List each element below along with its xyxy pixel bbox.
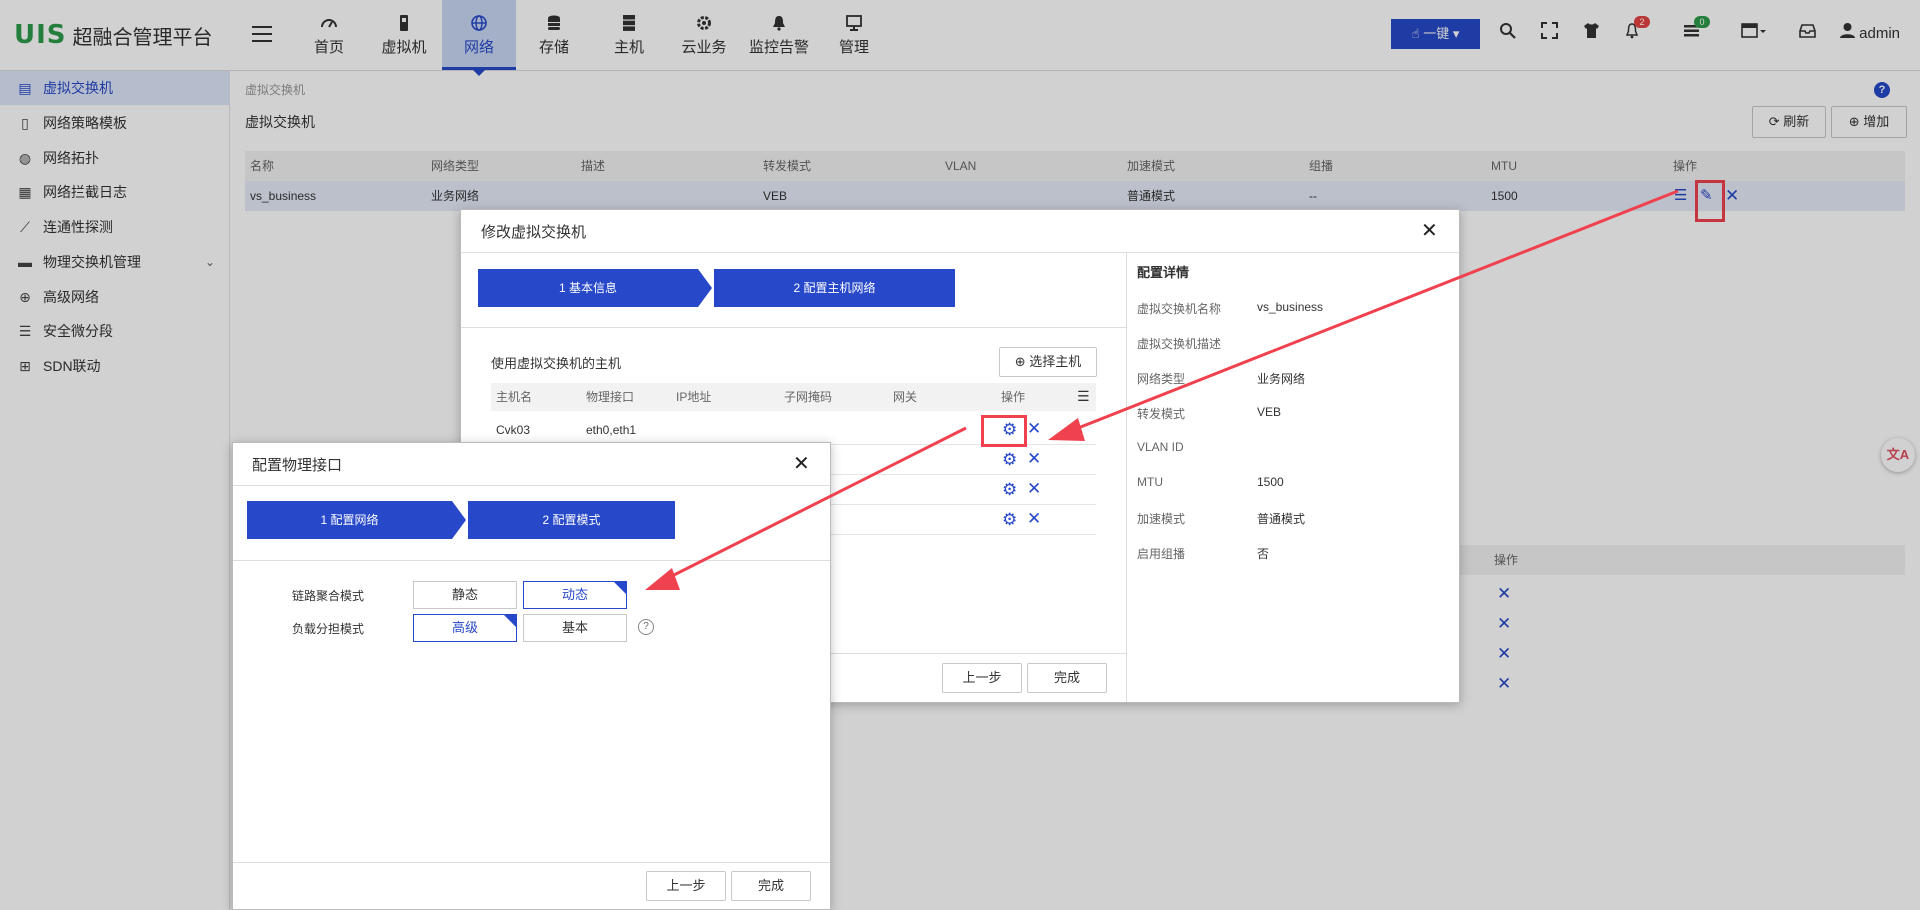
arrow-line — [663, 426, 967, 582]
arrow-line — [1067, 189, 1679, 434]
arrowhead — [1048, 418, 1085, 441]
arrowhead — [645, 568, 680, 590]
annotation-arrows — [645, 189, 1679, 590]
